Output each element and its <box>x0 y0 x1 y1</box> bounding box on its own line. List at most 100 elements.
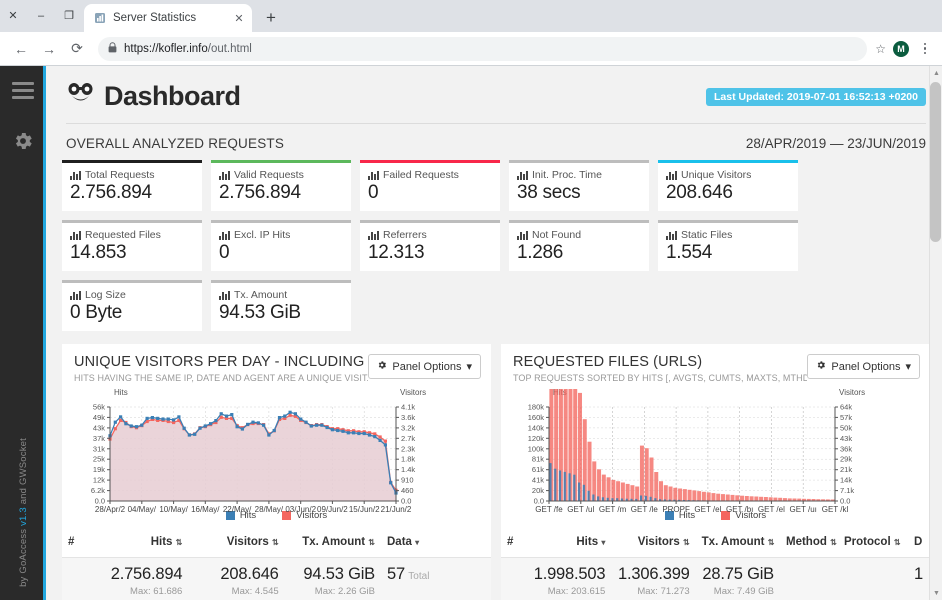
summary-hits: 1.998.503Max: 203.615Min: 1 <box>527 557 612 600</box>
panel-options-label: Panel Options <box>831 360 901 373</box>
forward-icon[interactable]: → <box>36 36 62 62</box>
sort-icon[interactable]: ⇅ <box>368 538 375 547</box>
svg-text:41k: 41k <box>532 476 544 485</box>
column-header[interactable]: Visitors ⇅ <box>611 528 696 558</box>
visitors-panel: UNIQUE VISITORS PER DAY - INCLUDING SPID… <box>62 344 491 600</box>
stat-card-label: Total Requests <box>85 169 155 181</box>
column-header[interactable]: # <box>501 528 527 558</box>
svg-text:Visitors: Visitors <box>400 389 426 397</box>
stat-card-value: 2.756.894 <box>219 182 301 203</box>
stat-card: Failed Requests 0 <box>360 160 500 211</box>
column-header-label: Hits <box>576 536 599 548</box>
sort-icon[interactable]: ⇅ <box>176 538 183 547</box>
panel-header: UNIQUE VISITORS PER DAY - INCLUDING SPID… <box>62 344 491 387</box>
summary-visitors-value: 208.646 <box>220 565 279 583</box>
dashboard-content: Dashboard Last Updated: 2019-07-01 16:52… <box>46 66 942 600</box>
summary-tx-max: Max: 2.26 GiB <box>314 586 375 597</box>
sidebar-item-settings[interactable] <box>0 118 46 166</box>
bar-chart-icon <box>368 170 379 180</box>
column-header[interactable]: Visitors ⇅ <box>188 528 285 558</box>
summary-visitors: 208.646Max: 4.545Min: 516 <box>188 557 285 600</box>
panel-options-button[interactable]: Panel Options ▾ <box>368 354 481 379</box>
column-header[interactable]: Hits ⇅ <box>92 528 189 558</box>
stat-card-value: 94.53 GiB <box>219 302 301 323</box>
summary-data: 1 <box>908 557 930 600</box>
stat-card-label-row: Referrers <box>368 229 492 241</box>
stat-card: Tx. Amount 94.53 GiB <box>211 280 351 331</box>
stat-card-label-row: Log Size <box>70 289 194 301</box>
column-header[interactable]: # <box>62 528 92 558</box>
stat-card-label-row: Tx. Amount <box>219 289 343 301</box>
stat-card: Static Files 1.554 <box>658 220 798 271</box>
back-icon[interactable]: ← <box>8 36 34 62</box>
summary-data-value: 57 <box>387 565 405 583</box>
stat-card-label-row: Static Files <box>666 229 790 241</box>
sort-icon[interactable]: ⇅ <box>894 538 901 547</box>
scroll-down-arrow[interactable]: ▼ <box>930 586 942 600</box>
minimize-window-button[interactable]: – <box>34 9 48 23</box>
sidebar-item-menu[interactable] <box>0 66 46 114</box>
column-header[interactable]: Method ⇅ <box>780 528 838 558</box>
svg-text:81k: 81k <box>532 455 544 464</box>
stat-card: Unique Visitors 208.646 <box>658 160 798 211</box>
column-header[interactable]: Hits ▾ <box>527 528 612 558</box>
bar-chart-icon <box>70 230 81 240</box>
stat-card-value: 12.313 <box>368 242 425 263</box>
column-header[interactable]: Tx. Amount ⇅ <box>695 528 780 558</box>
panel-options-button[interactable]: Panel Options ▾ <box>807 354 920 379</box>
profile-avatar[interactable]: M <box>888 36 914 62</box>
stat-card-label: Not Found <box>532 229 582 241</box>
new-tab-button[interactable]: + <box>258 5 284 31</box>
sort-icon[interactable]: ▾ <box>601 538 605 547</box>
bar-chart-icon <box>70 170 81 180</box>
reload-icon[interactable]: ⟳ <box>64 36 90 62</box>
bookmark-star-icon[interactable]: ☆ <box>875 42 886 56</box>
bar-chart-icon <box>368 230 379 240</box>
stat-card-label: Failed Requests <box>383 169 459 181</box>
column-header[interactable]: Protocol ⇅ <box>838 528 908 558</box>
stat-card-label: Log Size <box>85 289 126 301</box>
goaccess-logo-icon <box>66 80 96 113</box>
panel-subtitle: HITS HAVING THE SAME IP, DATE AND AGENT … <box>74 373 369 383</box>
bar-chart-icon <box>219 170 230 180</box>
summary-tx-max: Max: 7.49 GiB <box>713 586 774 597</box>
svg-text:GET /le: GET /le <box>631 505 659 514</box>
scroll-up-arrow[interactable]: ▲ <box>930 66 942 80</box>
column-header[interactable]: Tx. Amount ⇅ <box>284 528 381 558</box>
svg-text:50k: 50k <box>840 423 852 432</box>
svg-text:43k: 43k <box>93 423 105 432</box>
scroll-thumb[interactable] <box>930 82 941 242</box>
stat-card-label: Init. Proc. Time <box>532 169 603 181</box>
sort-icon[interactable]: ⇅ <box>830 538 837 547</box>
browser-tab[interactable]: Server Statistics ✕ <box>84 4 252 32</box>
url-text: https://kofler.info/out.html <box>124 43 252 55</box>
svg-text:36k: 36k <box>840 444 852 453</box>
sort-icon[interactable]: ⇅ <box>683 538 690 547</box>
maximize-window-button[interactable]: ❐ <box>62 9 76 23</box>
svg-text:21/Jun/2: 21/Jun/2 <box>381 505 412 514</box>
stat-card-value: 0 <box>219 242 230 263</box>
page-title: Dashboard <box>104 81 241 111</box>
stat-card-value: 0 <box>368 182 379 203</box>
credit-prefix: by GoAccess <box>17 525 29 587</box>
column-header[interactable]: D <box>908 528 930 558</box>
svg-text:61k: 61k <box>532 465 544 474</box>
svg-text:1.8k: 1.8k <box>401 455 415 464</box>
sort-icon[interactable]: ⇅ <box>272 538 279 547</box>
column-header[interactable]: Data ▾ <box>381 528 491 558</box>
panel-table: # Hits ▾ Visitors ⇅ Tx. Amount ⇅ Method ⇅ Pro… <box>501 528 930 600</box>
svg-text:57k: 57k <box>840 413 852 422</box>
sort-icon[interactable]: ⇅ <box>768 538 775 547</box>
svg-text:03/Jun/2: 03/Jun/2 <box>285 505 316 514</box>
browser-menu-icon[interactable] <box>916 42 934 55</box>
summary-visitors-max: Max: 4.545 <box>231 586 279 597</box>
close-icon[interactable]: ✕ <box>232 12 246 25</box>
sort-icon[interactable]: ▾ <box>415 538 419 547</box>
svg-text:37k: 37k <box>93 434 105 443</box>
page-scrollbar[interactable]: ▲ ▼ <box>929 66 942 600</box>
chart-container: HitsVisitors0.020k41k61k81k100k120k140k1… <box>501 232 930 514</box>
close-window-button[interactable]: ✕ <box>6 9 20 23</box>
bar-chart-icon <box>666 230 677 240</box>
address-bar[interactable]: https://kofler.info/out.html <box>98 36 868 61</box>
bar-chart-icon <box>219 230 230 240</box>
